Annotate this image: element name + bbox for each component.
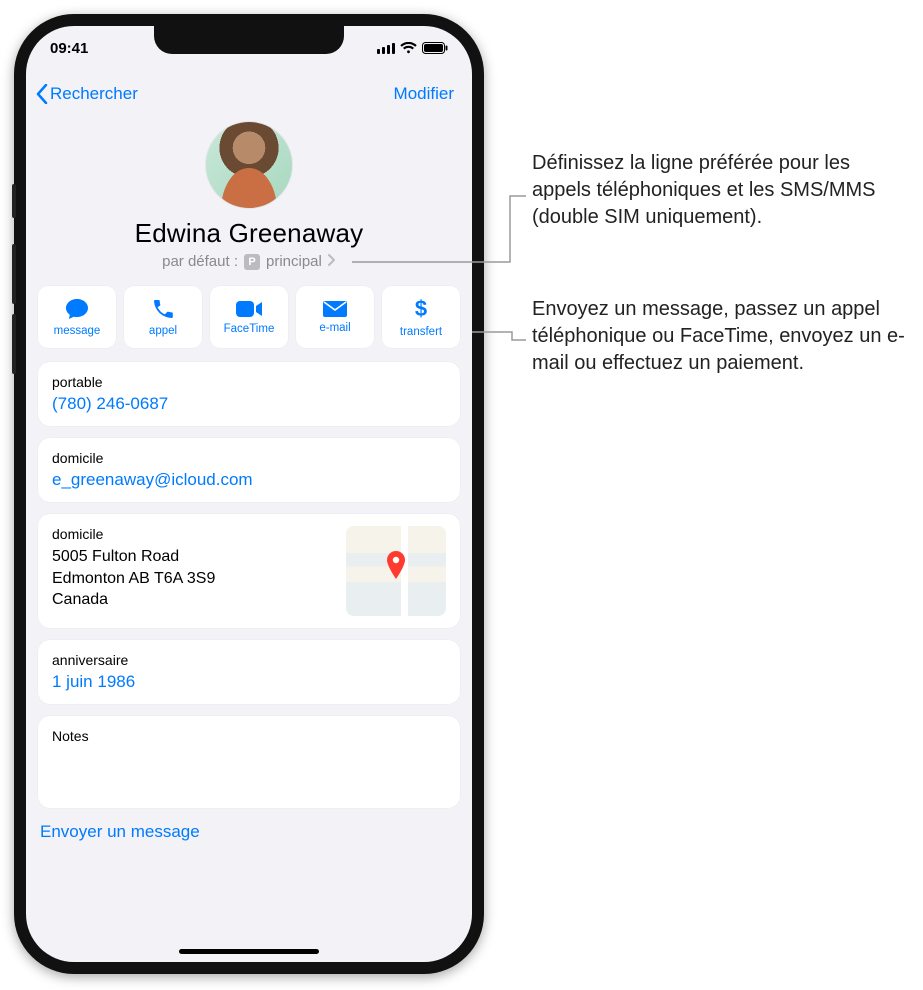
address-line1: 5005 Fulton Road (52, 546, 215, 568)
back-button[interactable]: Rechercher (36, 84, 138, 104)
contact-header: Edwina Greenaway par défaut : P principa… (26, 118, 472, 280)
volume-down-button (12, 314, 16, 374)
callout-actions: Envoyez un message, passez un appel télé… (532, 296, 912, 377)
mail-label: e-mail (319, 322, 350, 334)
address-line3: Canada (52, 589, 215, 611)
facetime-label: FaceTime (224, 323, 275, 335)
facetime-button[interactable]: FaceTime (210, 286, 288, 348)
call-button[interactable]: appel (124, 286, 202, 348)
dollar-icon: $ (413, 296, 429, 322)
email-value: e_greenaway@icloud.com (52, 470, 446, 490)
action-row: message appel FaceTime e-mail (26, 280, 472, 362)
message-label: message (54, 325, 101, 337)
mail-icon (322, 300, 348, 318)
send-message-link[interactable]: Envoyer un message (26, 808, 472, 842)
volume-up-button (12, 244, 16, 304)
back-label: Rechercher (50, 84, 138, 104)
battery-icon (422, 42, 448, 54)
address-line2: Edmonton AB T6A 3S9 (52, 568, 215, 590)
phone-frame: 09:41 Rechercher (14, 14, 484, 974)
contact-name: Edwina Greenaway (26, 218, 472, 249)
phone-card[interactable]: portable (780) 246-0687 (38, 362, 460, 426)
birthday-card[interactable]: anniversaire 1 juin 1986 (38, 640, 460, 704)
home-indicator[interactable] (179, 949, 319, 954)
chevron-left-icon (36, 84, 48, 104)
screen: 09:41 Rechercher (26, 26, 472, 962)
mail-button[interactable]: e-mail (296, 286, 374, 348)
cellular-icon (377, 43, 395, 54)
phone-label: portable (52, 374, 446, 390)
address-label: domicile (52, 526, 215, 542)
message-icon (64, 297, 90, 321)
edit-button[interactable]: Modifier (394, 84, 462, 104)
phone-value: (780) 246-0687 (52, 394, 446, 414)
message-button[interactable]: message (38, 286, 116, 348)
side-button (12, 184, 16, 218)
avatar[interactable] (206, 122, 292, 208)
svg-text:$: $ (415, 296, 427, 321)
chevron-right-icon (328, 253, 336, 270)
call-label: appel (149, 325, 177, 337)
default-line-label: par défaut : (162, 253, 238, 270)
video-icon (235, 299, 263, 319)
birthday-label: anniversaire (52, 652, 446, 668)
map-thumbnail[interactable] (346, 526, 446, 616)
notch (154, 26, 344, 54)
phone-icon (151, 297, 175, 321)
nav-bar: Rechercher Modifier (26, 70, 472, 118)
status-time: 09:41 (50, 40, 88, 57)
email-label: domicile (52, 450, 446, 466)
pay-label: transfert (400, 326, 442, 338)
sim-badge-icon: P (244, 254, 260, 270)
wifi-icon (400, 42, 417, 54)
default-line-value: principal (266, 253, 322, 270)
callout-preferred-line: Définissez la ligne préférée pour les ap… (532, 150, 912, 231)
default-line-selector[interactable]: par défaut : P principal (26, 253, 472, 270)
pay-button[interactable]: $ transfert (382, 286, 460, 348)
notes-card[interactable]: Notes (38, 716, 460, 808)
address-card[interactable]: domicile 5005 Fulton Road Edmonton AB T6… (38, 514, 460, 628)
map-pin-icon (385, 551, 407, 586)
birthday-value: 1 juin 1986 (52, 672, 446, 692)
notes-label: Notes (52, 728, 446, 744)
email-card[interactable]: domicile e_greenaway@icloud.com (38, 438, 460, 502)
